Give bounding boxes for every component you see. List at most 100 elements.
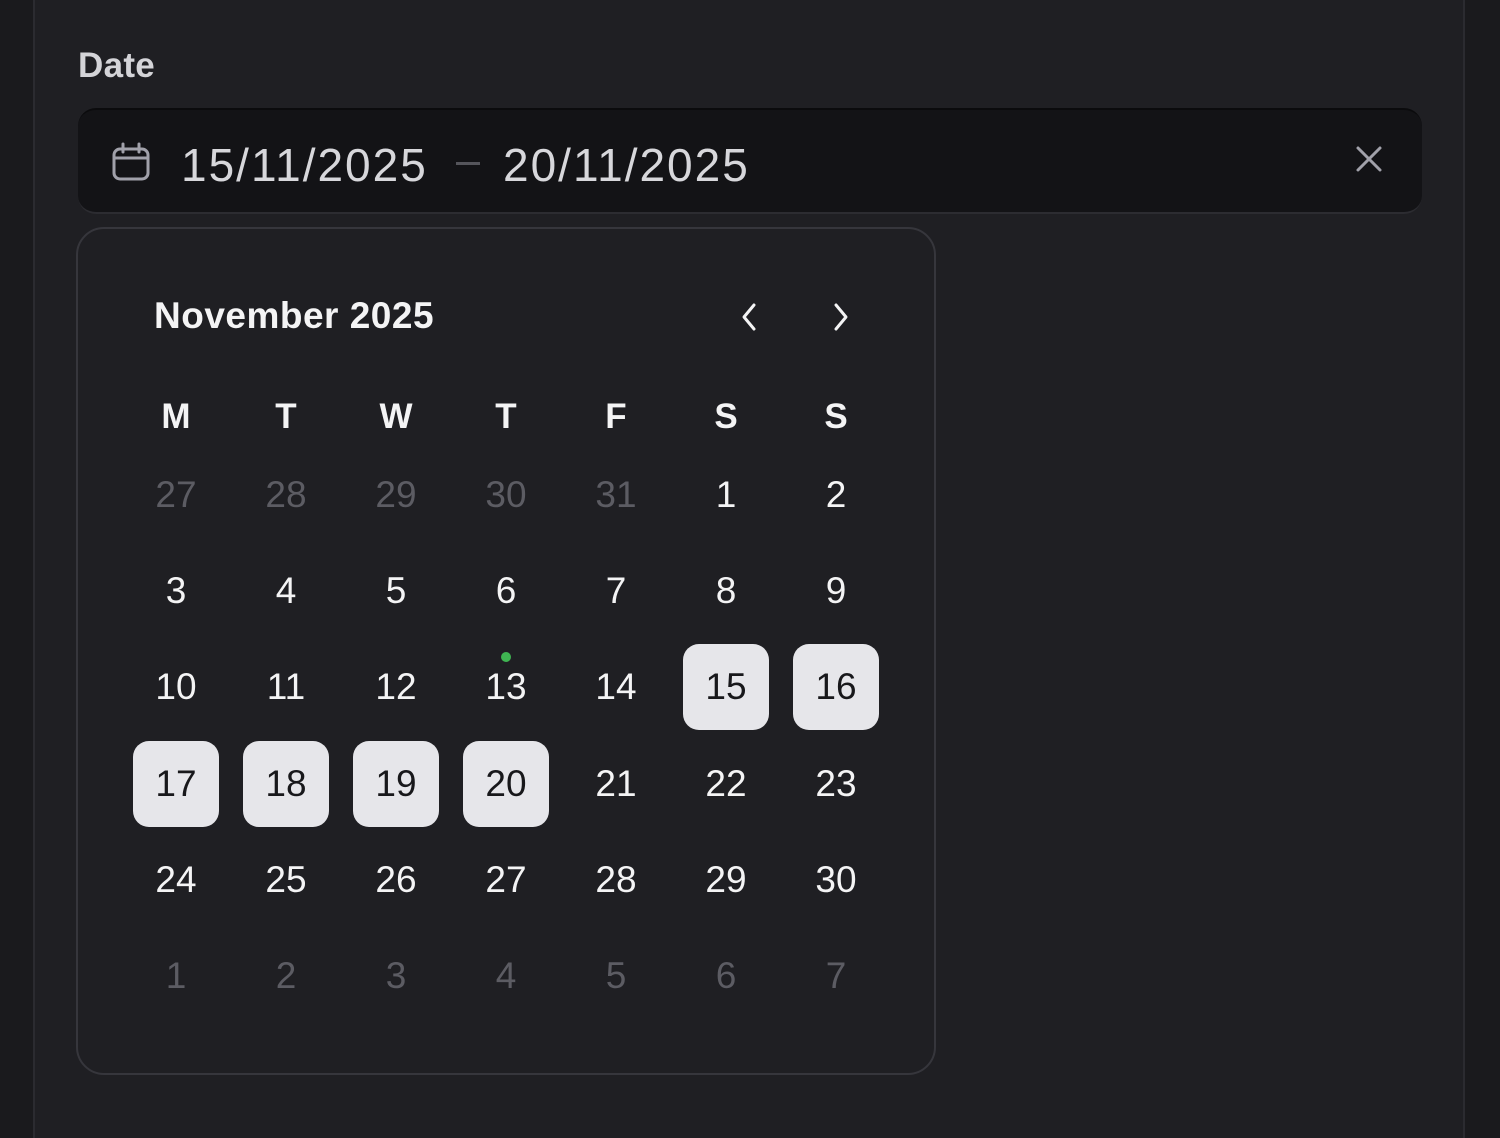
day-cell-outside[interactable]: 3 — [353, 933, 439, 1019]
day-number: 20 — [485, 762, 527, 804]
day-number: 19 — [375, 762, 417, 804]
date-range-separator — [456, 162, 480, 165]
day-cell[interactable]: 7 — [573, 548, 659, 634]
day-number: 17 — [155, 762, 197, 804]
day-cell[interactable]: 29 — [683, 837, 769, 923]
day-number: 18 — [265, 762, 307, 804]
day-cell[interactable]: 9 — [793, 548, 879, 634]
day-cell[interactable]: 22 — [683, 741, 769, 827]
day-number: 1 — [165, 955, 187, 996]
day-cell-outside[interactable]: 6 — [683, 933, 769, 1019]
day-cell[interactable]: 30 — [793, 837, 879, 923]
day-cell-selected[interactable]: 18 — [243, 740, 329, 827]
day-cell[interactable]: 23 — [793, 741, 879, 827]
day-cell[interactable]: 21 — [573, 741, 659, 827]
weekday-label: T — [495, 397, 517, 436]
day-cell[interactable]: 2 — [793, 452, 879, 538]
today-indicator-dot — [501, 652, 511, 663]
day-number: 11 — [266, 666, 306, 708]
calendar-popover: November 2025 MTWTFSS 27 28 29 30 31 1 2 3 4 5 6 7 8… — [76, 227, 936, 1075]
day-number: 30 — [485, 474, 527, 515]
day-cell[interactable]: 1 — [683, 452, 769, 538]
day-number: 7 — [605, 570, 627, 612]
day-cell-selected[interactable]: 17 — [133, 740, 219, 827]
weekday-label: S — [824, 397, 848, 436]
weekday-label: T — [275, 397, 297, 436]
day-number: 24 — [155, 858, 197, 900]
day-cell-selected[interactable]: 20 — [463, 740, 549, 827]
month-title: November 2025 — [154, 295, 435, 336]
day-number: 3 — [165, 570, 187, 612]
chevron-right-icon[interactable] — [818, 295, 862, 339]
day-number: 3 — [385, 955, 407, 996]
day-number: 28 — [595, 858, 637, 900]
day-cell[interactable]: 6 — [463, 548, 549, 634]
day-number: 16 — [815, 666, 857, 708]
day-number: 12 — [375, 666, 417, 708]
day-cell-outside[interactable]: 1 — [133, 933, 219, 1019]
day-number: 29 — [705, 858, 747, 900]
end-date-value[interactable]: 20/11/2025 — [503, 138, 750, 192]
close-icon[interactable] — [1354, 144, 1384, 174]
weekday-label: M — [161, 397, 191, 436]
day-cell[interactable]: 24 — [133, 837, 219, 923]
weekday-label: W — [379, 397, 413, 436]
calendar-icon — [112, 142, 150, 181]
day-number: 27 — [155, 474, 197, 515]
day-number: 9 — [825, 570, 847, 612]
day-cell[interactable]: 28 — [573, 837, 659, 923]
day-cell[interactable]: 3 — [133, 548, 219, 634]
day-cell-outside[interactable]: 31 — [573, 452, 659, 538]
day-number: 6 — [715, 955, 737, 996]
day-cell-outside[interactable]: 5 — [573, 933, 659, 1019]
day-number: 21 — [595, 762, 637, 804]
weekday-label: F — [605, 397, 627, 436]
day-cell[interactable]: 27 — [463, 837, 549, 923]
day-cell[interactable]: 11 — [243, 644, 329, 730]
day-cell-outside[interactable]: 29 — [353, 452, 439, 538]
day-number: 15 — [705, 666, 747, 708]
day-number: 31 — [595, 474, 637, 515]
day-cell[interactable]: 12 — [353, 644, 439, 730]
day-number: 10 — [155, 666, 197, 708]
day-number: 14 — [595, 666, 637, 708]
day-number: 6 — [495, 570, 517, 612]
day-cell-outside[interactable]: 27 — [133, 452, 219, 538]
chevron-left-icon[interactable] — [728, 295, 772, 339]
day-number: 22 — [705, 762, 747, 804]
day-cell-outside[interactable]: 7 — [793, 933, 879, 1019]
day-number: 13 — [485, 666, 527, 708]
day-number: 27 — [485, 858, 527, 900]
day-cell-outside[interactable]: 2 — [243, 933, 329, 1019]
day-cell[interactable]: 14 — [573, 644, 659, 730]
day-number: 23 — [815, 762, 857, 804]
day-cell-outside[interactable]: 4 — [463, 933, 549, 1019]
day-cell[interactable]: 25 — [243, 837, 329, 923]
day-cell-selected[interactable]: 16 — [793, 644, 879, 731]
day-cell[interactable]: 8 — [683, 548, 769, 634]
day-cell[interactable]: 4 — [243, 548, 329, 634]
day-number: 1 — [715, 474, 737, 515]
start-date-value[interactable]: 15/11/2025 — [181, 138, 428, 192]
day-number: 29 — [375, 474, 417, 515]
day-cell[interactable]: 5 — [353, 548, 439, 634]
day-cell-selected[interactable]: 19 — [353, 740, 439, 827]
weekday-label: S — [714, 397, 738, 436]
day-number: 5 — [605, 955, 627, 996]
day-cell-outside[interactable]: 30 — [463, 452, 549, 538]
day-cell[interactable]: 13 — [463, 644, 549, 730]
date-field-label: Date — [78, 46, 156, 85]
day-cell[interactable]: 26 — [353, 837, 439, 923]
day-number: 2 — [825, 474, 847, 515]
day-cell-selected[interactable]: 15 — [683, 644, 769, 731]
date-range-input[interactable]: 15/11/2025 20/11/2025 — [78, 108, 1422, 214]
day-cell-outside[interactable]: 28 — [243, 452, 329, 538]
day-number: 28 — [265, 474, 307, 515]
day-cell[interactable]: 10 — [133, 644, 219, 730]
day-number: 4 — [495, 955, 517, 996]
day-number: 30 — [815, 858, 857, 900]
day-number: 5 — [385, 570, 407, 612]
day-number: 26 — [375, 858, 417, 900]
day-number: 4 — [275, 570, 297, 612]
day-number: 2 — [275, 955, 297, 996]
